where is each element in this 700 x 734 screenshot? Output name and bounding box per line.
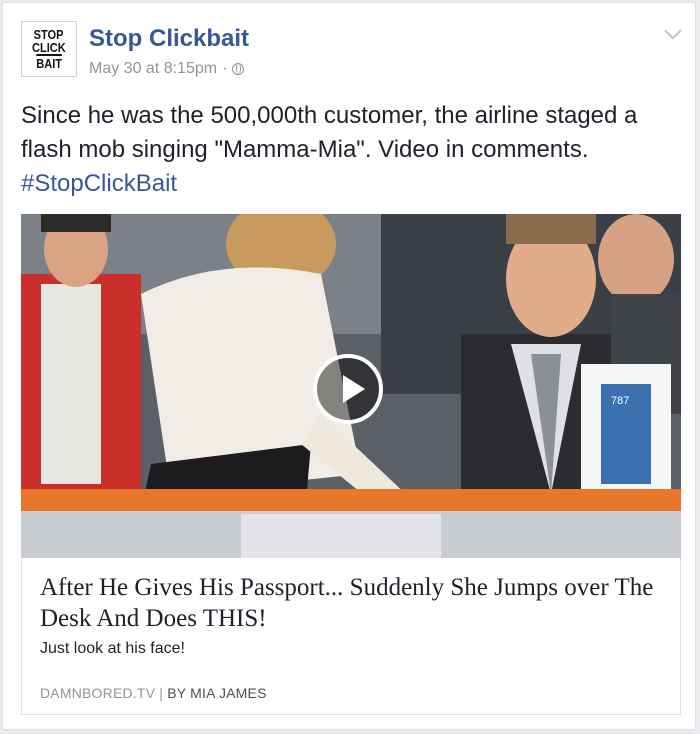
post-card: STOP CLICK BAIT Stop Clickbait May 30 at… — [2, 2, 696, 730]
post-body: Since he was the 500,000th customer, the… — [21, 102, 638, 163]
link-title[interactable]: After He Gives His Passport... Suddenly … — [40, 572, 670, 634]
link-domain: DAMNBORED.TV — [40, 685, 156, 701]
globe-icon — [232, 63, 245, 75]
link-description: Just look at his face! — [40, 640, 185, 657]
avatar-line-2: CLICK — [32, 40, 66, 55]
video-thumbnail[interactable]: 787 — [21, 214, 681, 558]
source-divider: | — [159, 685, 164, 701]
page-avatar[interactable]: STOP CLICK BAIT — [21, 21, 77, 77]
hashtag-link[interactable]: #StopClickBait — [21, 167, 681, 201]
play-icon[interactable] — [313, 354, 383, 424]
link-preview[interactable]: After He Gives His Passport... Suddenly … — [21, 558, 681, 715]
post-meta: May 30 at 8:15pm · — [89, 60, 245, 78]
chevron-down-icon[interactable] — [664, 22, 682, 40]
meta-separator: · — [222, 60, 228, 77]
link-byline: BY MIA JAMES — [167, 685, 267, 701]
page-name-link[interactable]: Stop Clickbait — [89, 25, 249, 53]
link-source: DAMNBORED.TV | BY MIA JAMES — [40, 685, 267, 701]
post-text: Since he was the 500,000th customer, the… — [21, 99, 681, 201]
post-timestamp[interactable]: May 30 at 8:15pm — [89, 60, 217, 78]
brochure-badge: 787 — [611, 395, 629, 407]
avatar-line-3: BAIT — [36, 54, 62, 71]
